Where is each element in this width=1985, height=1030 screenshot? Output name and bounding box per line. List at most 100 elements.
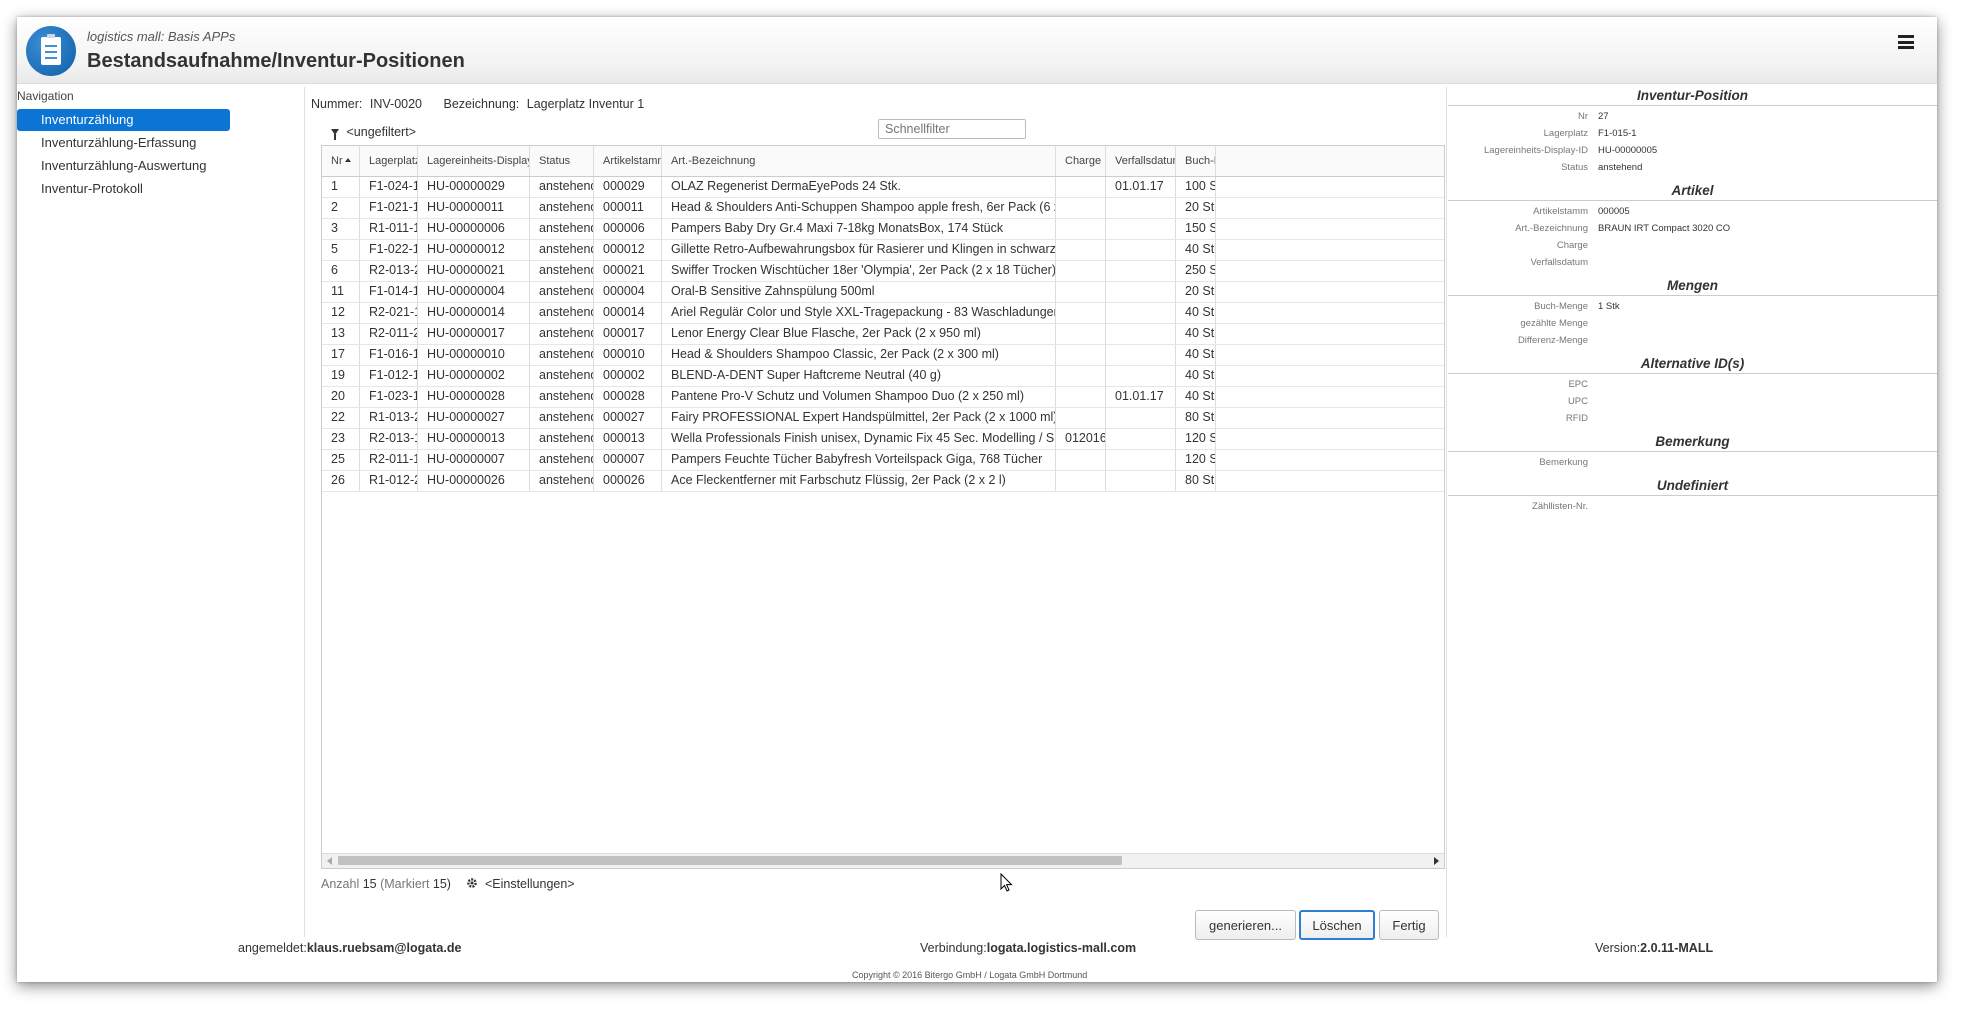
table-cell: 40 Stk	[1176, 387, 1216, 407]
table-cell: anstehend	[530, 177, 594, 197]
table-row[interactable]: 3 R1-011-1 HU-00000006 anstehend 000006 Pampe…	[322, 219, 1444, 240]
table-cell: R2-013-2	[360, 261, 418, 281]
connection-status: Verbindung:logata.logistics-mall.com	[920, 941, 1136, 955]
scrollbar-thumb[interactable]	[338, 856, 1122, 865]
table-cell: 20 Stk	[1176, 198, 1216, 218]
login-user: klaus.ruebsam@logata.de	[306, 941, 462, 955]
sort-ascending-icon	[344, 158, 351, 162]
column-header[interactable]: Charge	[1056, 146, 1106, 176]
table-cell: 40 Stk	[1176, 324, 1216, 344]
delete-button[interactable]: Löschen	[1299, 910, 1375, 940]
table-cell: F1-016-1	[360, 345, 418, 365]
connection-label: Verbindung:	[920, 941, 987, 955]
count-value: 15	[362, 877, 377, 891]
table-cell: R1-011-1	[360, 219, 418, 239]
details-field-value: 27	[1598, 111, 1609, 122]
table-cell: HU-00000026	[418, 471, 530, 491]
details-section-title: Inventur-Position	[1448, 87, 1937, 106]
table-row[interactable]: 19 F1-012-1 HU-00000002 anstehend 000002 BLEN…	[322, 366, 1444, 387]
table-row[interactable]: 1 F1-024-1 HU-00000029 anstehend 000029 OLAZ …	[322, 177, 1444, 198]
table-cell	[1056, 198, 1106, 218]
column-header[interactable]: Art.-Bezeichnung	[662, 146, 1056, 176]
table-cell: 40 Stk	[1176, 345, 1216, 365]
sidebar-item-1[interactable]: Inventurzählung-Erfassung	[17, 132, 230, 154]
details-divider	[1446, 87, 1447, 937]
table-cell: Gillette Retro-Aufbewahrungsbox für Rasi…	[662, 240, 1056, 260]
details-section-title: Artikel	[1448, 182, 1937, 201]
table-cell: HU-00000013	[418, 429, 530, 449]
table-cell: Lenor Energy Clear Blue Flasche, 2er Pac…	[662, 324, 1056, 344]
table-cell: anstehend	[530, 408, 594, 428]
table-cell: 19	[322, 366, 360, 386]
table-cell	[1106, 324, 1176, 344]
table-row[interactable]: 23 R2-013-1 HU-00000013 anstehend 000013 Well…	[322, 429, 1444, 450]
details-field-label: EPC	[1568, 379, 1588, 390]
table-row[interactable]: 11 F1-014-1 HU-00000004 anstehend 000004 Oral…	[322, 282, 1444, 303]
sidebar-item-0[interactable]: Inventurzählung	[17, 109, 230, 131]
table-row[interactable]: 6 R2-013-2 HU-00000021 anstehend 000021 Swiff…	[322, 261, 1444, 282]
details-field-label: Charge	[1556, 240, 1588, 251]
table-row[interactable]: 25 R2-011-1 HU-00000007 anstehend 000007 Pamp…	[322, 450, 1444, 471]
table-row[interactable]: 17 F1-016-1 HU-00000010 anstehend 000010 Head…	[322, 345, 1444, 366]
table-cell	[1106, 471, 1176, 491]
version-status: Version:2.0.11-MALL	[1595, 941, 1713, 955]
column-header[interactable]: Buch-Menge	[1176, 146, 1216, 176]
table-cell: R2-011-2	[360, 324, 418, 344]
table-cell: anstehend	[530, 387, 594, 407]
table-cell	[1056, 366, 1106, 386]
table-cell: HU-00000002	[418, 366, 530, 386]
table-row[interactable]: 22 R1-013-2 HU-00000027 anstehend 000027 Fair…	[322, 408, 1444, 429]
table-cell: anstehend	[530, 345, 594, 365]
table-cell: BLEND-A-DENT Super Haftcreme Neutral (40…	[662, 366, 1056, 386]
filter-selector[interactable]: <ungefiltert>	[331, 125, 416, 140]
column-header[interactable]: Artikelstamm	[594, 146, 662, 176]
table-cell: 25	[322, 450, 360, 470]
table-cell	[1056, 219, 1106, 239]
column-header[interactable]: Lagerplatz	[360, 146, 418, 176]
table-row[interactable]: 5 F1-022-1 HU-00000012 anstehend 000012 Gille…	[322, 240, 1444, 261]
table-cell: anstehend	[530, 261, 594, 281]
table-cell: HU-00000017	[418, 324, 530, 344]
table-cell: Swiffer Trocken Wischtücher 18er 'Olympi…	[662, 261, 1056, 281]
column-header[interactable]: Lagereinheits-Display-ID	[418, 146, 530, 176]
table-row[interactable]: 12 R2-021-1 HU-00000014 anstehend 000014 Arie…	[322, 303, 1444, 324]
column-header[interactable]: Status	[530, 146, 594, 176]
details-field-label: Status	[1561, 162, 1588, 173]
table-cell: F1-024-1	[360, 177, 418, 197]
designation-value: Lagerplatz Inventur 1	[526, 97, 645, 111]
details-field-value: 1 Stk	[1598, 301, 1620, 312]
generate-button[interactable]: generieren...	[1195, 910, 1296, 940]
table-row[interactable]: 13 R2-011-2 HU-00000017 anstehend 000017 Leno…	[322, 324, 1444, 345]
navigation-title: Navigation	[17, 89, 74, 103]
filter-icon	[331, 129, 339, 140]
main-content: Nummer: INV-0020 Bezeichnung: Lagerplatz…	[311, 87, 1445, 957]
table-cell: 120 Stk	[1176, 450, 1216, 470]
scroll-right-arrow-icon[interactable]	[1434, 857, 1439, 865]
settings-link[interactable]: <Einstellungen>	[485, 877, 575, 891]
page-title: Bestandsaufnahme/Inventur-Positionen	[87, 50, 465, 72]
column-header[interactable]: Nr	[322, 146, 360, 176]
table-row[interactable]: 20 F1-023-1 HU-00000028 anstehend 000028 Pant…	[322, 387, 1444, 408]
app-header: logistics mall: Basis APPs Bestandsaufna…	[17, 17, 1937, 84]
hamburger-menu-icon[interactable]	[1898, 35, 1914, 49]
sidebar-item-3[interactable]: Inventur-Protokoll	[17, 178, 230, 200]
table-cell: 000002	[594, 366, 662, 386]
designation-label: Bezeichnung:	[443, 97, 520, 111]
sidebar-item-2[interactable]: Inventurzählung-Auswertung	[17, 155, 230, 177]
table-cell	[1106, 282, 1176, 302]
horizontal-scrollbar[interactable]	[322, 853, 1444, 868]
table-cell: 000026	[594, 471, 662, 491]
table-cell: 000013	[594, 429, 662, 449]
table-cell: Head & Shoulders Shampoo Classic, 2er Pa…	[662, 345, 1056, 365]
quickfilter-input[interactable]	[878, 119, 1026, 139]
table-cell: anstehend	[530, 471, 594, 491]
table-cell: 22	[322, 408, 360, 428]
table-cell: OLAZ Regenerist DermaEyePods 24 Stk.	[662, 177, 1056, 197]
done-button[interactable]: Fertig	[1379, 910, 1439, 940]
column-header[interactable]: Verfallsdatum	[1106, 146, 1176, 176]
table-cell: 40 Stk	[1176, 303, 1216, 323]
table-row[interactable]: 26 R1-012-2 HU-00000026 anstehend 000026 Ace …	[322, 471, 1444, 492]
details-field: Art.-Bezeichnung BRAUN IRT Compact 3020 C…	[1448, 220, 1937, 237]
table-row[interactable]: 2 F1-021-1 HU-00000011 anstehend 000011 Head …	[322, 198, 1444, 219]
scroll-left-arrow-icon[interactable]	[327, 857, 332, 865]
